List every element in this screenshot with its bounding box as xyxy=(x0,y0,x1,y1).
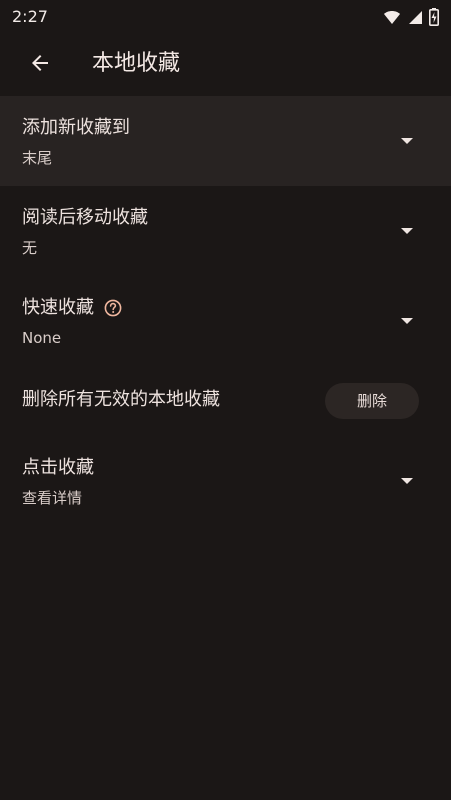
delete-invalid-favorites-label: 删除所有无效的本地收藏 xyxy=(22,389,220,410)
dropdown-caret-icon xyxy=(401,138,413,144)
help-circle-icon[interactable] xyxy=(104,299,122,317)
setting-click-favorite[interactable]: 点击收藏 查看详情 xyxy=(0,436,451,526)
status-time: 2:27 xyxy=(12,7,48,26)
wifi-icon xyxy=(383,9,401,29)
setting-value: 末尾 xyxy=(22,149,53,167)
setting-value: None xyxy=(22,329,62,347)
delete-invalid-favorites-row: 删除所有无效的本地收藏 删除 xyxy=(0,366,451,436)
page-title: 本地收藏 xyxy=(92,51,181,76)
delete-button[interactable]: 删除 xyxy=(325,383,419,419)
setting-title-text: 添加新收藏到 xyxy=(22,117,130,138)
setting-quick-favorite[interactable]: 快速收藏 None xyxy=(0,276,451,366)
back-button[interactable] xyxy=(18,43,62,87)
settings-list: 添加新收藏到 末尾 阅读后移动收藏 无 快速收藏 None 删除所有无效的本地收… xyxy=(0,96,451,526)
signal-icon xyxy=(407,9,423,29)
setting-title: 点击收藏 xyxy=(22,457,94,479)
setting-move-after-read[interactable]: 阅读后移动收藏 无 xyxy=(0,186,451,276)
setting-value: 无 xyxy=(22,239,38,257)
dropdown-caret-icon xyxy=(401,478,413,484)
app-bar: 本地收藏 xyxy=(0,34,451,96)
status-icons xyxy=(383,8,439,30)
dropdown-caret-icon xyxy=(401,228,413,234)
setting-value: 查看详情 xyxy=(22,489,83,507)
setting-add-new-favorite-position[interactable]: 添加新收藏到 末尾 xyxy=(0,96,451,186)
setting-title: 添加新收藏到 xyxy=(22,117,130,139)
setting-title-text: 快速收藏 xyxy=(22,297,94,318)
setting-title-text: 阅读后移动收藏 xyxy=(22,207,148,228)
arrow-back-icon xyxy=(28,51,52,79)
battery-charging-icon xyxy=(429,8,439,30)
setting-title: 快速收藏 xyxy=(22,297,122,319)
status-bar: 2:27 xyxy=(0,0,451,34)
setting-title-text: 点击收藏 xyxy=(22,457,94,478)
dropdown-caret-icon xyxy=(401,318,413,324)
setting-title: 阅读后移动收藏 xyxy=(22,207,148,229)
